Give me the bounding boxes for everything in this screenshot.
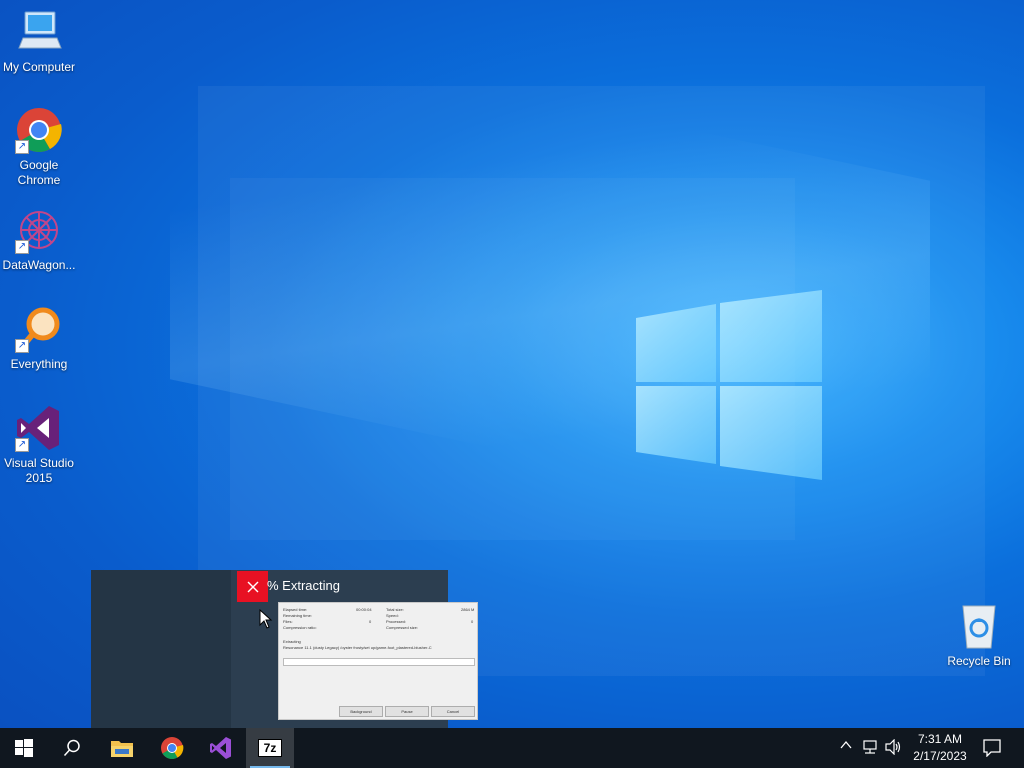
clock-time: 7:31 AM <box>917 732 963 746</box>
shortcut-arrow-icon: ↗ <box>15 240 29 254</box>
thumb-cancel-button[interactable]: Cancel <box>431 706 475 717</box>
thumb-processed-value: 0 <box>471 619 474 624</box>
preview-background <box>91 570 231 728</box>
show-hidden-icons-button[interactable] <box>840 739 852 754</box>
action-center-button[interactable] <box>968 728 1016 768</box>
thumb-total-label: Total size: <box>386 607 404 612</box>
chevron-up-icon <box>840 740 852 749</box>
taskbar-file-explorer[interactable] <box>98 728 146 768</box>
taskbar-thumbnail-preview[interactable]: % Extracting Elapsed time: 00:00:04 Rema… <box>91 570 478 728</box>
search-button[interactable] <box>48 728 96 768</box>
thumb-processed-label: Processed: <box>386 619 407 624</box>
preview-thumbnail-7zip-dialog[interactable]: Elapsed time: 00:00:04 Remaining time: F… <box>278 602 478 720</box>
windows-start-icon <box>15 739 33 757</box>
mouse-cursor-icon <box>259 609 273 629</box>
thumb-ratio-label: Compression ratio: <box>283 625 317 630</box>
search-icon <box>63 739 80 757</box>
notification-icon <box>983 739 1001 757</box>
thumb-files-value: 0 <box>369 619 372 624</box>
network-icon <box>863 740 877 754</box>
thumb-remaining-label: Remaining time: <box>283 613 312 618</box>
network-tray-button[interactable] <box>862 739 878 758</box>
thumb-elapsed-label: Elapsed time: <box>283 607 308 612</box>
everything-icon: ↗ <box>15 305 63 353</box>
desktop-icon-everything[interactable]: ↗ Everything <box>0 305 78 372</box>
desktop-icon-label: Visual Studio 2015 <box>4 456 74 485</box>
chrome-icon <box>161 737 184 759</box>
thumb-speed-label: Speed: <box>386 613 399 618</box>
desktop-icon-label: Recycle Bin <box>947 654 1011 668</box>
thumb-pause-button[interactable]: Pause <box>385 706 429 717</box>
computer-icon <box>15 8 63 56</box>
close-icon <box>247 581 258 592</box>
desktop[interactable]: My Computer ↗ Google Chrome ↗ DataWagon.… <box>0 0 1024 728</box>
desktop-icon-datawagon[interactable]: ↗ DataWagon... <box>0 206 78 273</box>
visual-studio-icon: ↗ <box>15 404 63 452</box>
recycle-bin-icon <box>955 602 1003 650</box>
desktop-icon-google-chrome[interactable]: ↗ Google Chrome <box>0 106 78 188</box>
desktop-icon-my-computer[interactable]: My Computer <box>0 8 78 75</box>
taskbar: 7z 7:31 AM 2/17/2023 <box>0 728 1024 768</box>
thumb-elapsed-value: 00:00:04 <box>356 607 372 612</box>
thumb-extracting-label: Extracting <box>283 639 301 644</box>
thumb-background-button[interactable]: Background <box>339 706 383 717</box>
shortcut-arrow-icon: ↗ <box>15 339 29 353</box>
thumb-progress-bar <box>283 658 475 666</box>
desktop-icon-label: My Computer <box>2 60 76 74</box>
desktop-icon-label: Everything <box>10 357 68 371</box>
shortcut-arrow-icon: ↗ <box>15 438 29 452</box>
taskbar-clock[interactable]: 7:31 AM 2/17/2023 <box>906 731 974 765</box>
desktop-icon-recycle-bin[interactable]: Recycle Bin <box>940 602 1018 669</box>
visual-studio-icon <box>210 737 231 759</box>
7zip-icon: 7z <box>258 739 282 757</box>
folder-icon <box>111 741 133 757</box>
windows-logo-wallpaper <box>636 290 822 480</box>
7zip-icon-label: 7z <box>263 741 277 755</box>
thumb-path: Resonance 11.1 (dusty Legacy) /oyster fr… <box>283 645 432 650</box>
datawagon-icon: ↗ <box>15 206 63 254</box>
thumb-total-value: 2864 M <box>461 607 475 612</box>
chrome-icon: ↗ <box>15 106 63 154</box>
taskbar-chrome[interactable] <box>148 728 196 768</box>
thumb-compressed-label: Compressed size: <box>386 625 419 630</box>
preview-title: % Extracting <box>267 578 340 593</box>
clock-date: 2/17/2023 <box>913 749 967 763</box>
shortcut-arrow-icon: ↗ <box>15 140 29 154</box>
speaker-icon <box>885 738 901 756</box>
desktop-icon-label: Google Chrome <box>17 158 61 187</box>
volume-tray-button[interactable] <box>885 738 903 758</box>
desktop-icon-visual-studio-2015[interactable]: ↗ Visual Studio 2015 <box>0 404 78 486</box>
preview-close-button[interactable] <box>237 571 268 602</box>
thumb-files-label: Files: <box>283 619 293 624</box>
start-button[interactable] <box>0 728 48 768</box>
taskbar-7zip[interactable]: 7z <box>246 728 294 768</box>
desktop-icon-label: DataWagon... <box>2 258 76 272</box>
taskbar-visual-studio[interactable] <box>197 728 245 768</box>
